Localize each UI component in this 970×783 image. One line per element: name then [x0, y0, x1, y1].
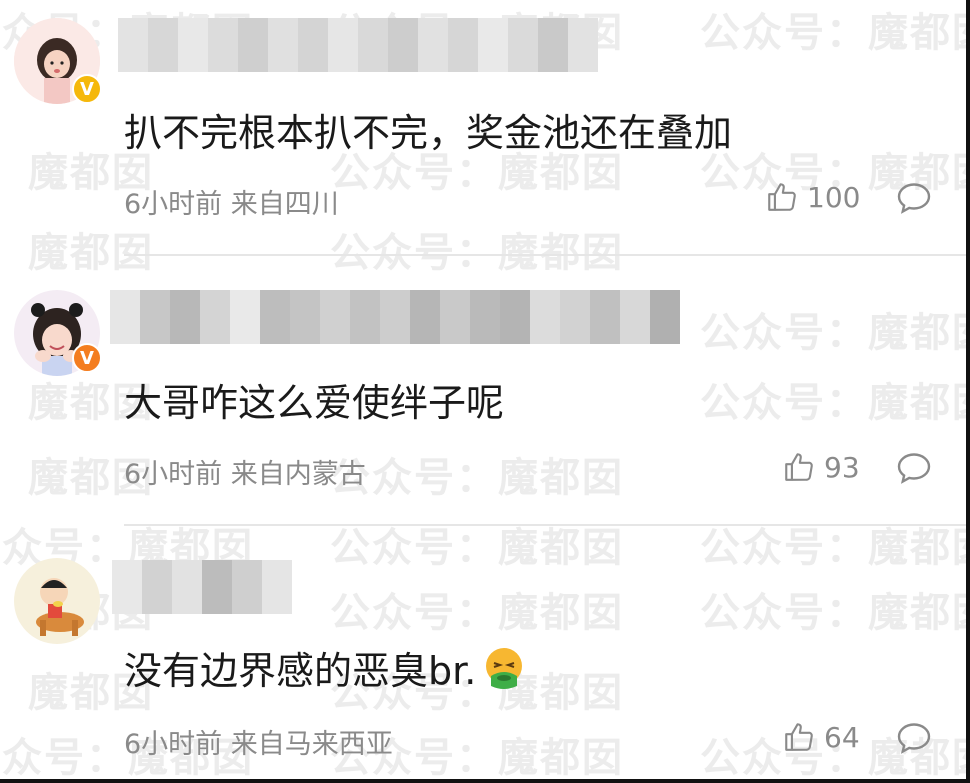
comment-meta: 6小时前 来自内蒙古 — [124, 452, 366, 491]
comment-bubble-icon — [897, 723, 931, 754]
divider — [124, 254, 966, 256]
divider — [124, 524, 966, 526]
thumbs-up-icon — [785, 453, 813, 481]
comment-location: 来自四川 — [230, 189, 339, 220]
watermark: 公众号：魔都囡 — [700, 380, 970, 426]
watermark: 公众号：魔都囡 — [330, 455, 624, 501]
comment-bubble-icon — [897, 453, 931, 484]
like-count: 93 — [824, 450, 860, 484]
comment-text: 扒不完根本扒不完，奖金池还在叠加 — [124, 111, 733, 155]
reply-button[interactable] — [896, 181, 932, 219]
verified-badge-icon: V — [72, 74, 102, 104]
comment-time: 6小时前 — [124, 189, 223, 220]
watermark: 公众号：魔都囡 — [330, 230, 624, 276]
username-mosaic[interactable] — [110, 290, 680, 344]
watermark: 公众号：魔都囡 — [700, 590, 970, 636]
like-button[interactable]: 93 — [782, 450, 860, 484]
watermark: 公众号：魔都囡 — [330, 590, 624, 636]
thumbs-up-icon — [768, 183, 796, 211]
comment-location: 来自马来西亚 — [230, 729, 393, 760]
comment-time: 6小时前 — [124, 729, 223, 760]
nauseated-face-icon — [486, 648, 523, 689]
username-mosaic[interactable] — [112, 560, 292, 614]
username-mosaic[interactable] — [118, 18, 598, 72]
comment-list: 公众号：魔都囡 公众号：魔都囡 公众号：魔都囡 公众号：魔都囡 公众号：魔都囡 … — [0, 0, 970, 783]
reply-button[interactable] — [896, 451, 932, 489]
reply-button[interactable] — [896, 721, 932, 759]
comment-time: 6小时前 — [124, 459, 223, 490]
like-button[interactable]: 64 — [782, 720, 860, 754]
comment-location: 来自内蒙古 — [230, 459, 366, 490]
like-button[interactable]: 100 — [765, 180, 860, 214]
thumbs-up-icon — [785, 723, 813, 751]
watermark: 公众号：魔都囡 — [0, 230, 154, 276]
watermark: 公众号：魔都囡 — [700, 310, 970, 356]
watermark: 公众号：魔都囡 — [700, 10, 970, 56]
comment-text: 大哥咋这么爱使绊子呢 — [124, 381, 505, 425]
like-count: 64 — [824, 720, 860, 754]
comment-bubble-icon — [897, 183, 931, 214]
comment-meta: 6小时前 来自四川 — [124, 182, 339, 221]
like-count: 100 — [807, 180, 861, 214]
comment-text: 没有边界感的恶臭br. — [124, 640, 526, 695]
comment-meta: 6小时前 来自马来西亚 — [124, 722, 393, 761]
verified-badge-icon: V — [72, 343, 102, 373]
comment-text-body: 没有边界感的恶臭br. — [124, 649, 477, 693]
avatar[interactable] — [14, 558, 100, 644]
